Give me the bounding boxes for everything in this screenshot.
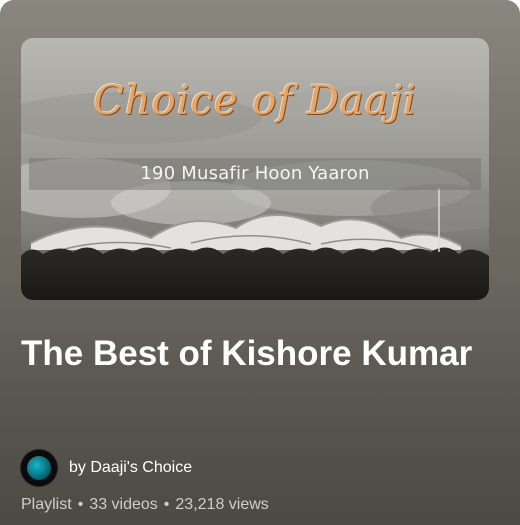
playlist-thumbnail[interactable]: Choice of Daaji 190 Musafir Hoon Yaaron (21, 38, 489, 300)
playlist-title[interactable]: The Best of Kishore Kumar (21, 330, 491, 377)
channel-row[interactable]: by Daaji's Choice (21, 448, 192, 488)
meta-separator: • (163, 496, 170, 513)
playlist-meta: Playlist • 33 videos • 23,218 views (21, 496, 269, 514)
channel-avatar[interactable] (21, 450, 57, 486)
thumbnail-subtitle: 190 Musafir Hoon Yaaron (140, 163, 370, 184)
meta-separator: • (77, 496, 84, 513)
playlist-card[interactable]: Choice of Daaji 190 Musafir Hoon Yaaron … (0, 0, 520, 525)
playlist-type: Playlist (21, 496, 72, 513)
thumbnail-script-title: Choice of Daaji (93, 78, 417, 124)
video-count: 33 videos (89, 496, 158, 513)
channel-name[interactable]: by Daaji's Choice (69, 459, 192, 477)
view-count: 23,218 views (175, 496, 269, 513)
avatar-logo-icon (27, 456, 51, 480)
